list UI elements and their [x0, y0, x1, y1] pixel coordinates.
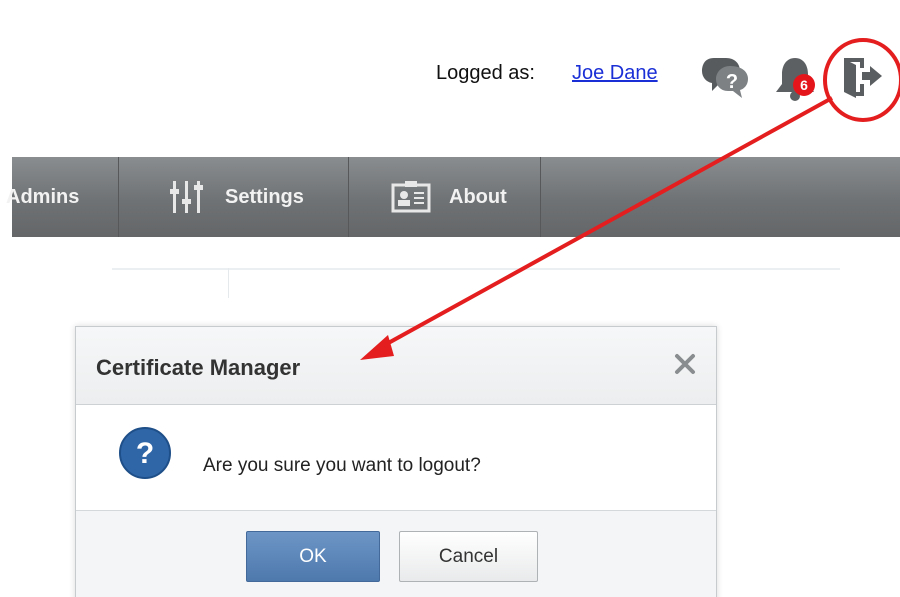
user-bar: Logged as: Joe Dane ? 6: [0, 40, 900, 120]
nav-divider: [540, 157, 541, 237]
nav-item-admins[interactable]: Admins: [6, 157, 118, 237]
logout-confirm-dialog: Certificate Manager ? Are you sure you w…: [75, 326, 717, 597]
dialog-title: Certificate Manager: [96, 355, 301, 380]
about-card-icon: [391, 181, 431, 213]
nav-item-admins-label: Admins: [6, 185, 80, 208]
logged-as-label: Logged as:: [436, 62, 535, 84]
settings-sliders-icon: [170, 181, 203, 213]
screenshot-stage: Logged as: Joe Dane ? 6 Admins Settings …: [0, 0, 900, 597]
nav-item-about[interactable]: About: [349, 157, 540, 237]
svg-text:?: ?: [726, 71, 738, 93]
dialog-footer: OK Cancel: [76, 510, 716, 597]
nav-item-settings-label: Settings: [225, 185, 304, 208]
svg-text:?: ?: [136, 437, 154, 470]
nav-item-settings[interactable]: Settings: [119, 157, 348, 237]
logout-icon[interactable]: [840, 54, 884, 100]
notification-count-badge: 6: [793, 74, 815, 96]
notification-bell-icon[interactable]: [770, 50, 820, 102]
nav-item-about-label: About: [449, 185, 507, 208]
cancel-button[interactable]: Cancel: [399, 531, 538, 582]
question-icon: ?: [118, 426, 172, 480]
support-chat-icon[interactable]: ?: [700, 52, 750, 100]
main-nav-bar: Admins Settings About: [6, 157, 900, 237]
content-panel-divider: [228, 268, 229, 298]
dialog-body: ? Are you sure you want to logout?: [76, 406, 716, 510]
ok-button[interactable]: OK: [246, 531, 380, 582]
close-icon[interactable]: [672, 351, 698, 377]
dialog-message: Are you sure you want to logout?: [203, 455, 481, 476]
user-name-link[interactable]: Joe Dane: [572, 62, 658, 85]
dialog-header: Certificate Manager: [76, 327, 716, 405]
content-panel-border: [112, 268, 840, 270]
